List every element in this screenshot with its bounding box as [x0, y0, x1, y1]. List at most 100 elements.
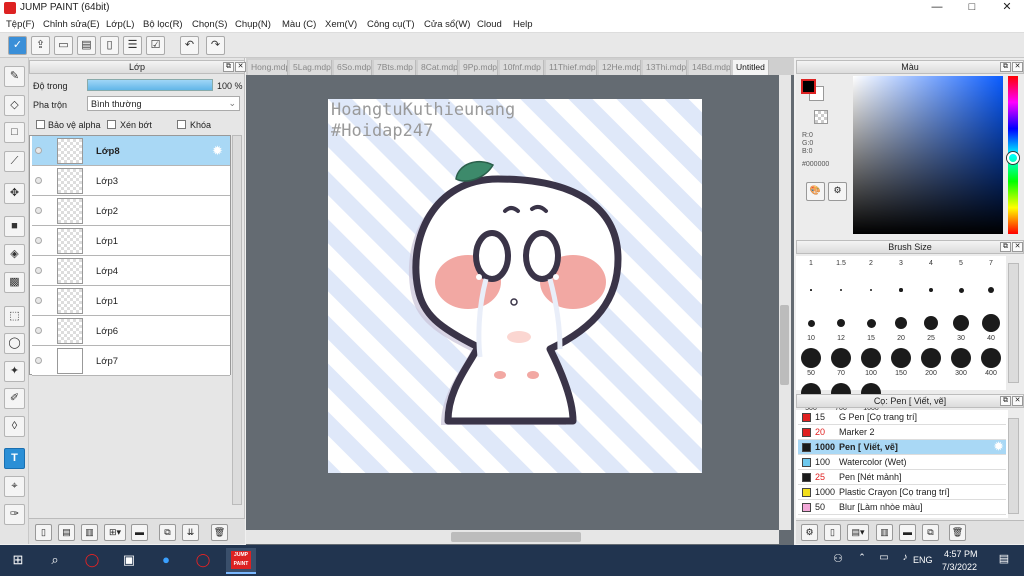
panel-float-icon[interactable]: ⧉: [1000, 242, 1011, 252]
tab-13thi[interactable]: 13Thi.mdp: [643, 60, 687, 75]
palette-settings-icon[interactable]: ⚙: [828, 182, 847, 201]
brush-folder-icon[interactable]: ▬: [899, 524, 916, 541]
layer-row[interactable]: Lớp7: [32, 346, 230, 376]
horizontal-scrollbar[interactable]: [246, 530, 779, 544]
panel-float-icon[interactable]: ⧉: [223, 62, 234, 72]
visibility-toggle[interactable]: [35, 267, 42, 274]
bucket-tool-icon[interactable]: ◈: [4, 244, 25, 265]
foreground-color-swatch[interactable]: [801, 79, 816, 94]
menu-tools[interactable]: Công cụ(T): [367, 19, 415, 30]
blend-mode-select[interactable]: Bình thường ⌄: [87, 96, 240, 111]
jump-paint-taskbar-button[interactable]: JUMP PAINT: [226, 548, 256, 574]
list-icon[interactable]: ☰: [123, 36, 142, 55]
hue-slider[interactable]: [1007, 76, 1019, 234]
layer-row[interactable]: Lớp1: [32, 226, 230, 256]
folder-icon[interactable]: ▬: [131, 524, 148, 541]
brush-size-dot[interactable]: [891, 348, 911, 368]
brush-size-dot[interactable]: [981, 348, 1001, 368]
pen-list-scrollbar[interactable]: [1008, 418, 1019, 514]
hue-handle[interactable]: [1007, 152, 1019, 164]
rectangle-tool-icon[interactable]: □: [4, 122, 25, 143]
gear-icon[interactable]: ✹: [212, 143, 223, 159]
pen-item[interactable]: 50 Blur [Làm nhòe màu]: [798, 500, 1006, 515]
checklist-icon[interactable]: ☑: [146, 36, 165, 55]
menu-color[interactable]: Màu (C): [282, 19, 316, 30]
panel-close-icon[interactable]: ✕: [235, 62, 246, 72]
brush-tool-icon[interactable]: ✑: [4, 504, 25, 525]
brush-size-dot[interactable]: [861, 348, 881, 368]
move-tool-icon[interactable]: ✥: [4, 183, 25, 204]
visibility-toggle[interactable]: [35, 147, 42, 154]
brush-size-dot[interactable]: [929, 288, 933, 292]
windows-start-icon[interactable]: ⊞: [6, 552, 30, 568]
delete-layer-icon[interactable]: 🗑: [211, 524, 228, 541]
comment-icon[interactable]: ▭: [54, 36, 73, 55]
panel-close-icon[interactable]: ✕: [1012, 62, 1023, 72]
brush-size-dot[interactable]: [953, 315, 969, 331]
text-tool-icon[interactable]: T: [4, 448, 25, 469]
layer-row[interactable]: Lớp6: [32, 316, 230, 346]
rect-select-tool-icon[interactable]: ⬚: [4, 306, 25, 327]
panel-float-icon[interactable]: ⧉: [1000, 62, 1011, 72]
new-brush-icon[interactable]: ▯: [824, 524, 841, 541]
opera-gx-icon[interactable]: ◯: [191, 552, 215, 568]
tab-9pp[interactable]: 9Pp.mdp: [460, 60, 498, 75]
share-icon[interactable]: ⇪: [31, 36, 50, 55]
brush-size-dot[interactable]: [810, 289, 812, 291]
layer-row[interactable]: Lớp3: [32, 166, 230, 196]
brush-delete-icon[interactable]: 🗑: [949, 524, 966, 541]
brush-size-dot[interactable]: [869, 288, 873, 292]
fill-rect-tool-icon[interactable]: ■: [4, 216, 25, 237]
brush-size-dot[interactable]: [924, 316, 938, 330]
panel-close-icon[interactable]: ✕: [1012, 242, 1023, 252]
select-eraser-tool-icon[interactable]: ◊: [4, 416, 25, 437]
clock-time[interactable]: 4:57 PM: [944, 549, 978, 559]
tab-12he[interactable]: 12He.mdp: [599, 60, 641, 75]
layer-row[interactable]: Lớp8 ✹: [32, 136, 230, 166]
duplicate-layer-icon[interactable]: ⧉: [159, 524, 176, 541]
brush-size-dot[interactable]: [988, 287, 994, 293]
menu-select[interactable]: Chọn(S): [192, 19, 227, 30]
layer-row[interactable]: Lớp2: [32, 196, 230, 226]
gear-icon[interactable]: ✹: [994, 440, 1003, 454]
brush-size-dot[interactable]: [921, 348, 941, 368]
visibility-toggle[interactable]: [35, 297, 42, 304]
horizontal-scroll-thumb[interactable]: [451, 532, 581, 542]
brush-size-dot[interactable]: [982, 314, 1000, 332]
menu-filter[interactable]: Bộ lọc(R): [143, 19, 183, 30]
lock-checkbox[interactable]: [177, 120, 186, 129]
cloud-sync-icon[interactable]: ✓: [8, 36, 27, 55]
brush-size-dot[interactable]: [837, 319, 845, 327]
notification-icon[interactable]: ▤: [992, 552, 1016, 565]
panel-float-icon[interactable]: ⧉: [1000, 396, 1011, 406]
line-tool-icon[interactable]: ⟋: [4, 151, 25, 172]
tab-14bd[interactable]: 14Bd.mdp: [689, 60, 731, 75]
chevron-up-icon[interactable]: ⌃: [850, 552, 874, 563]
menu-view[interactable]: Xem(V): [325, 19, 357, 30]
brush-size-dot[interactable]: [831, 348, 851, 368]
color-picker-area[interactable]: [853, 76, 1003, 234]
brush-size-scrollbar[interactable]: [1008, 263, 1019, 383]
brush-copy-icon[interactable]: ▥: [876, 524, 893, 541]
menu-edit[interactable]: Chỉnh sửa(E): [43, 19, 100, 30]
minimize-button[interactable]: —: [920, 0, 954, 16]
brush-size-dot[interactable]: [895, 317, 907, 329]
brush-settings-icon[interactable]: ⚙: [801, 524, 818, 541]
visibility-toggle[interactable]: [35, 237, 42, 244]
message-icon[interactable]: ▤: [77, 36, 96, 55]
opera-icon[interactable]: ◯: [80, 552, 104, 568]
pen-item[interactable]: 1000 Pen [ Viết, vẽ] ✹: [798, 440, 1006, 455]
new-halftone-layer-icon[interactable]: ▤: [58, 524, 75, 541]
pen-item[interactable]: 15 G Pen [Cọ trang trí]: [798, 410, 1006, 425]
new-8bit-layer-icon[interactable]: ▥: [81, 524, 98, 541]
pen-tool-icon[interactable]: ✎: [4, 66, 25, 87]
clipping-checkbox[interactable]: [107, 120, 116, 129]
clock-date[interactable]: 7/3/2022: [942, 562, 977, 572]
merge-layer-icon[interactable]: ⇊: [182, 524, 199, 541]
panel-close-icon[interactable]: ✕: [1012, 396, 1023, 406]
brush-size-dot[interactable]: [899, 288, 903, 292]
zalo-icon[interactable]: ●: [154, 552, 178, 567]
language-indicator[interactable]: ENG: [913, 555, 933, 565]
brush-size-dot[interactable]: [807, 319, 815, 327]
pen-item[interactable]: 25 Pen [Nét mảnh]: [798, 470, 1006, 485]
